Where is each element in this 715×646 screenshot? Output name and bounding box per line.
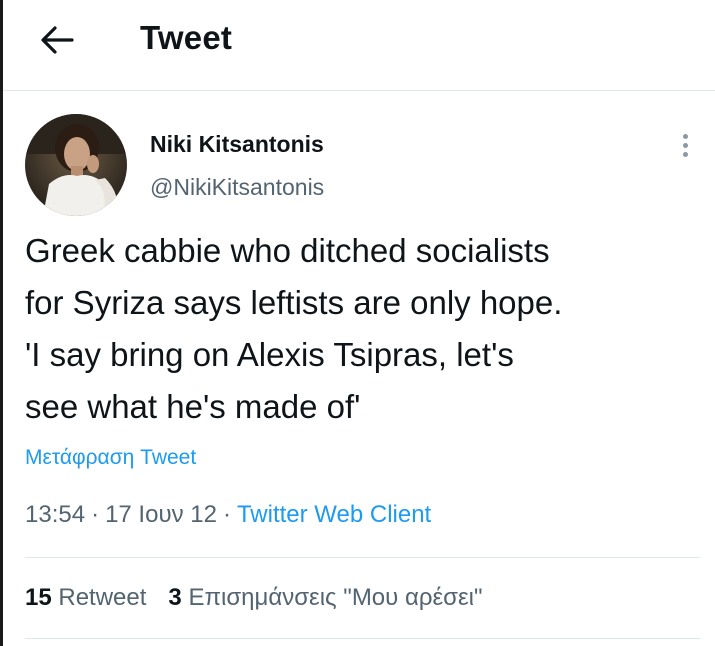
retweets-count: 15 <box>25 584 52 611</box>
tweet-stats: 15 Retweet 3 Επισημάνσεις "Μου αρέσει" <box>25 584 483 612</box>
divider <box>25 638 700 639</box>
dot <box>682 151 688 157</box>
likes-count: 3 <box>168 584 182 611</box>
header-divider <box>3 90 715 91</box>
retweets-label: Retweet <box>58 584 147 611</box>
tweet-client-link[interactable]: Twitter Web Client <box>237 501 431 528</box>
author-name[interactable]: Niki Kitsantonis <box>150 131 324 158</box>
more-options-icon[interactable] <box>670 130 700 160</box>
dot <box>682 142 688 148</box>
window-edge <box>0 0 3 646</box>
tweet-time[interactable]: 13:54 <box>25 501 85 528</box>
avatar[interactable] <box>25 114 127 216</box>
page-title: Tweet <box>140 19 233 56</box>
likes-label: Επισημάνσεις "Μου αρέσει" <box>188 584 483 611</box>
separator: · <box>91 501 100 528</box>
arrow-left-icon <box>41 26 74 54</box>
tweet-date[interactable]: 17 Ιουν 12 <box>105 501 217 528</box>
author-handle[interactable]: @NikiKitsantonis <box>150 174 324 201</box>
tweet-text: Greek cabbie who ditched socialists for … <box>25 232 563 425</box>
top-bar: Tweet <box>3 0 715 90</box>
divider <box>25 557 700 558</box>
translate-tweet-link[interactable]: Μετάφραση Tweet <box>25 446 196 470</box>
separator: · <box>222 501 231 528</box>
retweets-stat[interactable]: 15 Retweet <box>25 584 146 612</box>
likes-stat[interactable]: 3 Επισημάνσεις "Μου αρέσει" <box>168 584 482 612</box>
profile-photo-icon <box>25 114 127 216</box>
dot <box>682 133 688 139</box>
tweet-metadata: 13:54 · 17 Ιουν 12 · Twitter Web Client <box>25 501 431 529</box>
back-button[interactable] <box>35 22 79 58</box>
